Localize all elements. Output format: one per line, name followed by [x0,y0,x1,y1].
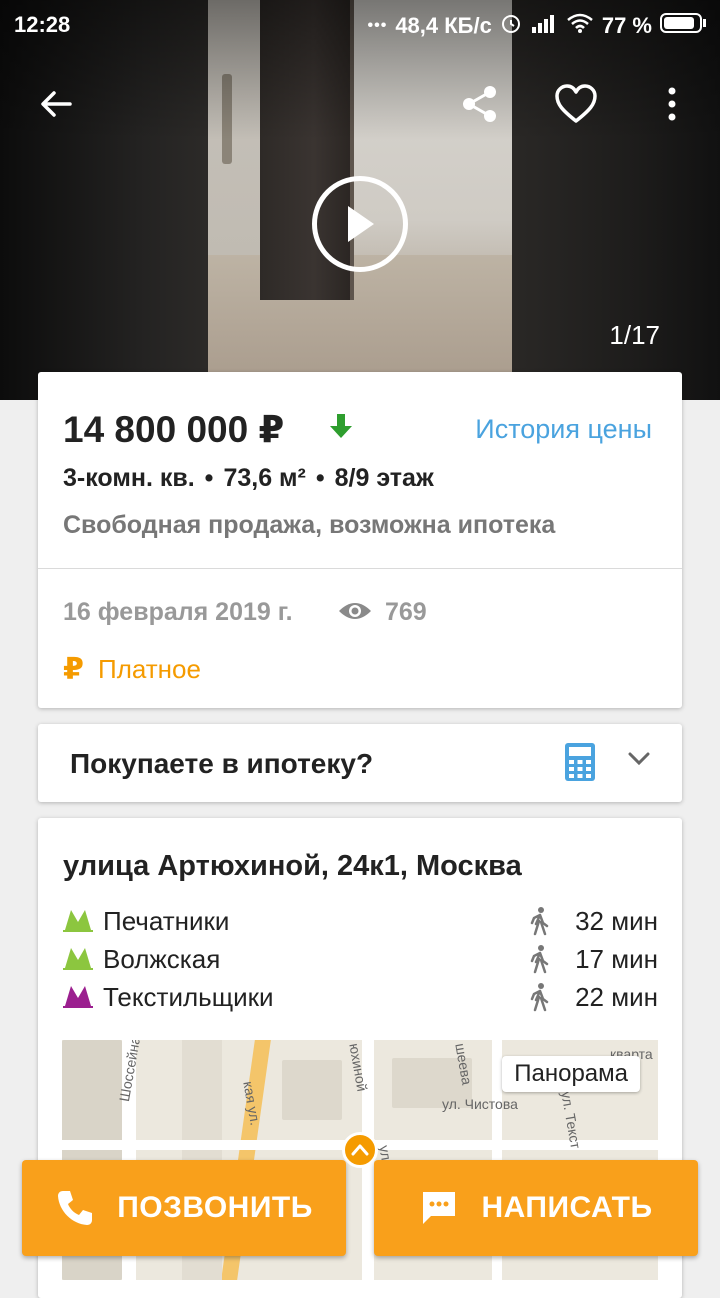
walking-icon [529,944,551,981]
metro-icon [63,984,93,1015]
listing-summary-card: 14 800 000 ₽ История цены 3-комн. кв. • 73… [38,372,682,708]
network-speed: 48,4 КБ/с [395,13,492,38]
map-street-label: ул. Чистова [442,1096,518,1112]
notification-dots: ••• [367,17,388,34]
price-down-arrow-icon [328,412,354,445]
metro-station: Волжская [103,944,221,974]
signal-icon [530,12,558,40]
back-arrow-icon[interactable] [32,80,80,128]
publish-date: 16 февраля 2019 г. [63,598,293,626]
status-bar: 12:28 ••• 48,4 КБ/с 77 % [0,0,720,52]
params-separator: • [204,464,214,492]
floor: 8/9 этаж [334,464,434,492]
alarm-icon [500,12,522,40]
wifi-icon [566,12,594,40]
metro-station: Печатники [103,906,230,936]
call-button[interactable]: ПОЗВОНИТЬ [22,1160,346,1256]
share-icon[interactable] [456,80,504,128]
chat-bubble-icon [423,1192,456,1224]
metro-icon [63,908,93,939]
walk-minutes: 32 мин [575,906,658,936]
status-time: 12:28 [14,12,71,37]
metro-item: Текстильщики 22 мин [63,982,658,1018]
walking-icon [529,906,551,943]
message-button-label: НАПИСАТЬ [481,1191,653,1224]
params-separator: • [315,464,325,492]
views-count: 769 [385,598,427,626]
photo-gallery[interactable]: 12:28 ••• 48,4 КБ/с 77 % 1/17 [0,0,720,400]
price: 14 800 000 ₽ [63,409,285,450]
walking-icon [529,982,551,1019]
divider [38,568,682,569]
address: улица Артюхиной, 24к1, Москва [63,850,522,882]
battery-percent: 77 % [601,13,652,38]
calculator-icon[interactable] [564,742,596,787]
favorite-heart-icon[interactable] [552,80,600,128]
map-pin-icon[interactable] [342,1132,378,1168]
paid-label: Платное [98,654,201,684]
call-button-label: ПОЗВОНИТЬ [117,1191,313,1224]
metro-item: Волжская 17 мин [63,944,658,980]
play-video-button[interactable] [312,176,408,272]
walk-minutes: 22 мин [575,982,658,1012]
sale-type: Свободная продажа, возможна ипотека [63,511,556,539]
panorama-button[interactable]: Панорама [502,1056,640,1092]
message-button[interactable]: НАПИСАТЬ [374,1160,698,1256]
rooms: 3-комн. кв. [63,464,195,492]
battery-icon [660,12,708,40]
ruble-icon: ₽ [63,653,84,686]
photo-counter: 1/17 [609,320,660,350]
mortgage-question: Покупаете в ипотеку? [70,748,374,779]
more-options-icon[interactable] [648,80,696,128]
phone-icon [58,1191,93,1225]
metro-item: Печатники 32 мин [63,906,658,942]
views-eye-icon [338,600,372,627]
walk-minutes: 17 мин [575,944,658,974]
price-history-link[interactable]: История цены [475,414,652,445]
mortgage-expander[interactable]: Покупаете в ипотеку? [38,724,682,802]
play-icon [348,206,374,242]
chevron-down-icon[interactable] [626,750,652,773]
listing-params: 3-комн. кв. • 73,6 м² • 8/9 этаж [63,464,434,493]
area: 73,6 м² [223,464,306,492]
metro-icon [63,946,93,977]
metro-station: Текстильщики [103,982,274,1012]
